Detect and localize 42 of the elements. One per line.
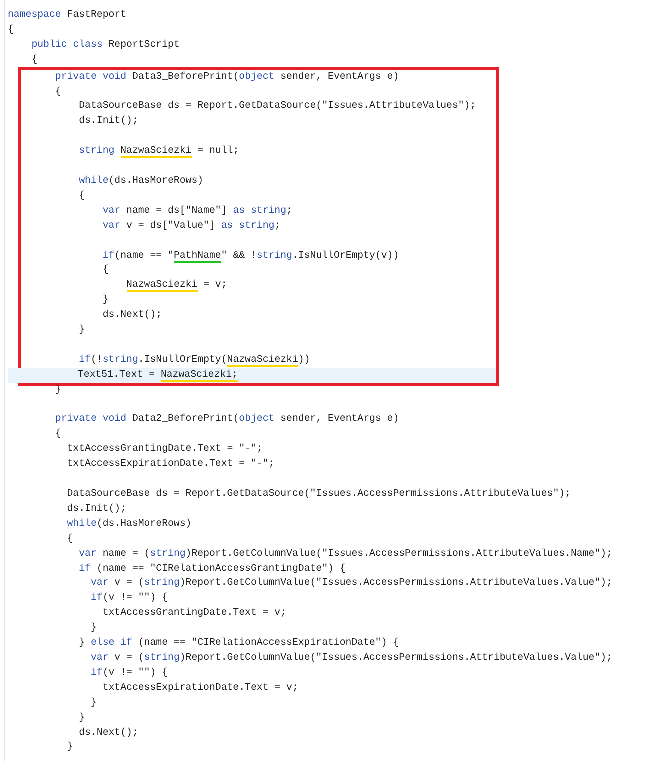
code-line: while(ds.HasMoreRows) — [66, 516, 193, 531]
code-line: ds.Init(); — [78, 114, 140, 128]
code-line: var v = (string)Report.GetColumnValue("Issues.AccessPermissions.AttributeValues.Value"); — [90, 576, 614, 590]
code-line: public class ReportScript — [30, 38, 181, 52]
code-line: string NazwaSciezki = null; — [78, 144, 240, 160]
code-line: if(name == "PathName" && !string.IsNullOrEmpty(v)) — [102, 248, 400, 264]
code-line: while(ds.HasMoreRows) — [78, 174, 205, 188]
code-line: { — [54, 427, 62, 442]
code-line: ds.Next(); — [102, 308, 164, 322]
code-line: DataSourceBase ds = Report.GetDataSource("Issues.AttributeValues"); — [78, 99, 478, 114]
code-line: private void Data2_BeforePrint(object sender, EventArgs e) — [54, 412, 400, 426]
code-line: var name = ds["Name"] as string; — [102, 204, 294, 218]
code-line: { — [78, 188, 86, 203]
code-line: txtAccessExpirationDate.Text = "-"; — [66, 457, 276, 472]
code-line: txtAccessExpirationDate.Text = v; — [102, 680, 300, 695]
code-line: } — [102, 293, 110, 308]
code-line: } else if (name == "CIRelationAccessExpirationDate") { — [78, 636, 400, 650]
code-line: txtAccessGrantingDate.Text = "-"; — [66, 442, 264, 456]
code-line: if(v != "") { — [90, 666, 170, 680]
code-line: var v = ds["Value"] as string; — [102, 218, 282, 233]
code-line: if(v != "") { — [90, 591, 170, 606]
code-line: { — [66, 532, 74, 546]
code-line: if (name == "CIRelationAccessGrantingDate") { — [78, 562, 347, 576]
code-line: { — [54, 84, 62, 99]
code-line: } — [90, 696, 98, 710]
code-line: } — [90, 621, 98, 636]
code-line: ds.Init(); — [66, 502, 128, 516]
code-line: } — [54, 382, 62, 397]
code-line: private void Data3_BeforePrint(object sender, EventArgs e) — [54, 70, 400, 84]
code-line: DataSourceBase ds = Report.GetDataSource("Issues.AccessPermissions.AttributeValues"); — [66, 487, 572, 501]
code-line: } — [78, 323, 86, 338]
code-line: } — [78, 710, 86, 725]
code-line: var v = (string)Report.GetColumnValue("Issues.AccessPermissions.AttributeValues.Value"); — [90, 650, 614, 665]
code-line: txtAccessGrantingDate.Text = v; — [102, 606, 288, 620]
code-line: ds.Next(); — [78, 726, 140, 740]
code-line: NazwaSciezki = v; — [126, 278, 228, 294]
code-line: } — [66, 740, 74, 754]
code-line: { — [7, 22, 15, 37]
code-line: namespace FastReport — [7, 8, 128, 22]
code-line: var name = (string)Report.GetColumnValue("Issues.AccessPermissions.AttributeValues.Name"); — [78, 546, 614, 561]
code-line: { — [30, 52, 39, 67]
code-line: { — [102, 263, 110, 278]
